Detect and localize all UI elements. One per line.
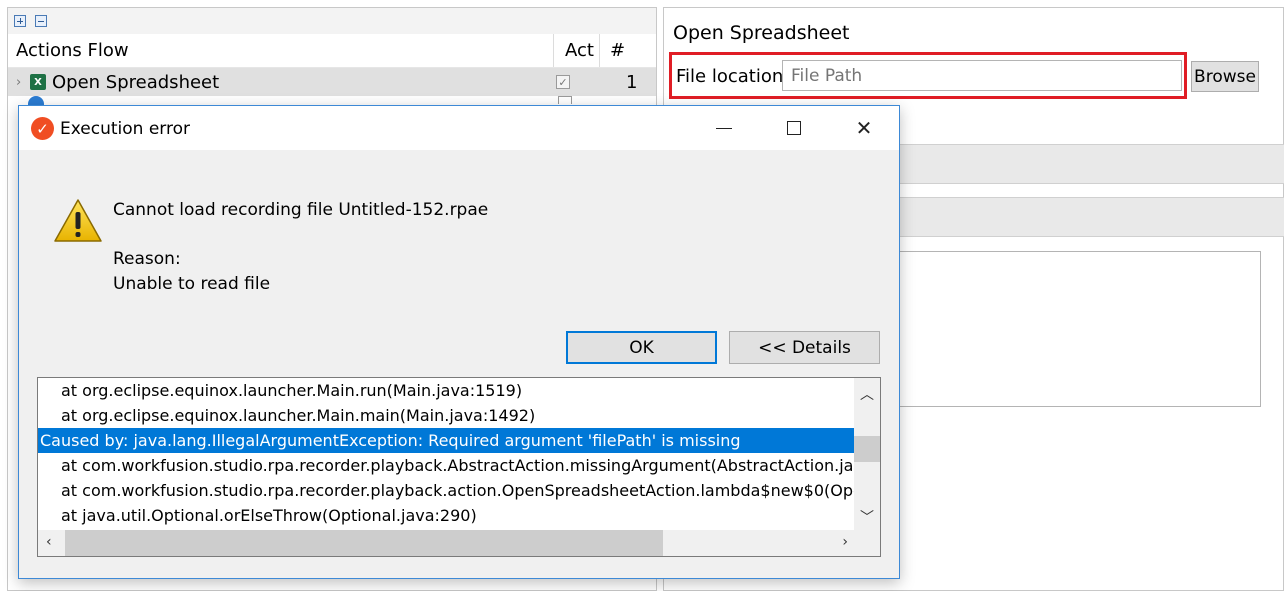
stack-trace-line[interactable]: at org.eclipse.equinox.launcher.Main.run…: [38, 378, 854, 403]
column-act[interactable]: Act: [554, 34, 600, 67]
panel-title: Open Spreadsheet: [673, 22, 850, 44]
stack-trace-line[interactable]: at org.eclipse.equinox.launcher.Main.mai…: [38, 403, 854, 428]
action-number: 1: [626, 71, 638, 93]
horizontal-scrollbar[interactable]: ‹ ›: [38, 530, 856, 556]
file-location-label: File location:: [676, 66, 790, 87]
app-logo-icon: ✓: [31, 117, 54, 140]
stack-trace-line[interactable]: at java.util.Optional.orElseThrow(Option…: [38, 503, 854, 528]
dialog-titlebar[interactable]: ✓ Execution error ✕: [19, 106, 899, 150]
action-row-open-spreadsheet[interactable]: › X Open Spreadsheet ✓ 1: [8, 68, 656, 96]
minimize-icon: [716, 127, 732, 129]
minimize-button[interactable]: [701, 106, 747, 150]
scrollbar-corner: [854, 530, 880, 556]
warning-icon: [54, 199, 102, 242]
details-button[interactable]: << Details: [729, 331, 880, 364]
browse-button[interactable]: Browse: [1191, 61, 1259, 92]
horizontal-scroll-thumb[interactable]: [65, 530, 663, 556]
section-band: [898, 197, 1284, 237]
scroll-down-icon[interactable]: ﹀: [860, 507, 874, 527]
reason-label: Reason:: [113, 249, 181, 269]
app-window: Actions Flow Act # › X Open Spreadsheet …: [0, 0, 1284, 591]
text-area[interactable]: [898, 251, 1261, 407]
actions-flow-header: Actions Flow Act #: [8, 34, 656, 68]
stack-trace-line[interactable]: at com.workfusion.studio.rpa.recorder.pl…: [38, 478, 854, 503]
reason-text: Unable to read file: [113, 274, 271, 294]
action-label: Open Spreadsheet: [52, 71, 220, 93]
collapse-all-icon[interactable]: [35, 15, 47, 27]
maximize-button[interactable]: [771, 106, 817, 150]
column-actions-flow[interactable]: Actions Flow: [8, 34, 554, 67]
maximize-icon: [787, 121, 801, 135]
dialog-title: Execution error: [60, 119, 190, 139]
column-number[interactable]: #: [600, 34, 625, 67]
close-icon: ✕: [855, 116, 873, 140]
scroll-left-icon[interactable]: ‹: [46, 534, 52, 550]
vertical-scroll-thumb[interactable]: [854, 436, 880, 462]
scroll-up-icon[interactable]: ︿: [860, 384, 874, 404]
excel-icon: X: [30, 74, 46, 90]
close-button[interactable]: ✕: [841, 106, 887, 150]
scroll-right-icon[interactable]: ›: [842, 534, 848, 550]
file-location-highlight: File location:: [669, 52, 1187, 99]
actions-flow-toolbar: [8, 8, 656, 34]
ok-button[interactable]: OK: [566, 331, 717, 364]
act-checkbox[interactable]: ✓: [556, 75, 570, 89]
vertical-scrollbar[interactable]: ︿ ﹀: [854, 378, 880, 531]
section-band: [898, 144, 1284, 184]
expand-chevron-icon[interactable]: ›: [16, 75, 30, 90]
stack-trace-line[interactable]: at com.workfusion.studio.rpa.recorder.pl…: [38, 453, 854, 478]
expand-all-icon[interactable]: [14, 15, 26, 27]
stack-trace-list[interactable]: at org.eclipse.equinox.launcher.Main.run…: [37, 377, 881, 557]
execution-error-dialog: ✓ Execution error ✕ Cannot load recordin…: [18, 105, 900, 579]
error-message: Cannot load recording file Untitled-152.…: [113, 200, 489, 220]
stack-trace-line-selected[interactable]: Caused by: java.lang.IllegalArgumentExce…: [38, 428, 854, 453]
file-path-input[interactable]: [782, 60, 1182, 91]
act-checkbox[interactable]: [558, 96, 572, 104]
